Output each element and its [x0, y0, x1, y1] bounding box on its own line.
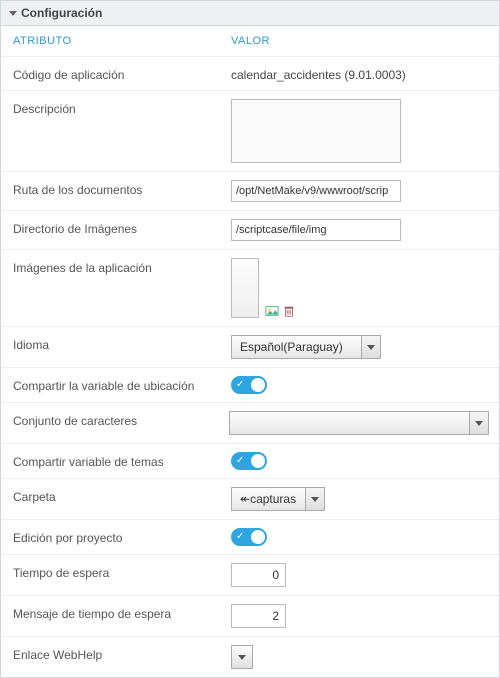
label-timeout: Tiempo de espera [13, 563, 231, 580]
row-app-images: Imágenes de la aplicación [1, 250, 499, 327]
row-app-code: Código de aplicación calendar_accidentes… [1, 57, 499, 91]
row-doc-path: Ruta de los documentos [1, 172, 499, 211]
label-app-images: Imágenes de la aplicación [13, 258, 231, 275]
row-charset: Conjunto de caracteres [1, 403, 499, 444]
row-img-dir: Directorio de Imágenes [1, 211, 499, 250]
img-dir-input[interactable] [231, 219, 401, 241]
row-timeout: Tiempo de espera [1, 555, 499, 596]
chevron-down-icon [470, 412, 488, 434]
collapse-icon [9, 11, 17, 16]
panel-header[interactable]: Configuración [1, 1, 499, 26]
timeout-msg-input[interactable] [231, 604, 286, 628]
chevron-down-icon [306, 488, 324, 510]
row-share-theme: Compartir variable de temas ✓ [1, 444, 499, 479]
image-picker-icon[interactable] [265, 304, 279, 318]
label-language: Idioma [13, 335, 231, 352]
label-proj-edit: Edición por proyecto [13, 528, 231, 545]
timeout-input[interactable] [231, 563, 286, 587]
language-select[interactable]: Español(Paraguay) [231, 335, 381, 359]
doc-path-input[interactable] [231, 180, 401, 202]
share-loc-toggle[interactable]: ✓ [231, 376, 267, 394]
charset-value [230, 412, 470, 434]
language-value: Español(Paraguay) [232, 336, 362, 358]
col-value: VALOR [231, 35, 489, 47]
proj-edit-toggle[interactable]: ✓ [231, 528, 267, 546]
label-img-dir: Directorio de Imágenes [13, 219, 231, 236]
label-share-theme: Compartir variable de temas [13, 452, 231, 469]
app-image-thumb[interactable] [231, 258, 259, 318]
share-theme-toggle[interactable]: ✓ [231, 452, 267, 470]
label-share-loc: Compartir la variable de ubicación [13, 376, 231, 393]
config-panel: Configuración ATRIBUTO VALOR Código de a… [0, 0, 500, 678]
folder-value: ↞ capturas [232, 488, 306, 510]
row-webhelp: Enlace WebHelp [1, 637, 499, 677]
label-charset: Conjunto de caracteres [13, 411, 229, 428]
description-textarea[interactable] [231, 99, 401, 163]
row-description: Descripción [1, 91, 499, 172]
row-folder: Carpeta ↞ capturas [1, 479, 499, 520]
label-description: Descripción [13, 99, 231, 116]
folder-select[interactable]: ↞ capturas [231, 487, 325, 511]
row-proj-edit: Edición por proyecto ✓ [1, 520, 499, 555]
panel-title: Configuración [21, 6, 102, 20]
label-webhelp: Enlace WebHelp [13, 645, 231, 662]
col-attribute: ATRIBUTO [13, 35, 231, 47]
value-app-code: calendar_accidentes (9.01.0003) [231, 65, 406, 82]
delete-icon[interactable] [282, 304, 296, 318]
charset-select[interactable] [229, 411, 489, 435]
chevron-down-icon [362, 336, 380, 358]
label-timeout-msg: Mensaje de tiempo de espera [13, 604, 231, 621]
row-language: Idioma Español(Paraguay) [1, 327, 499, 368]
row-share-loc: Compartir la variable de ubicación ✓ [1, 368, 499, 403]
label-app-code: Código de aplicación [13, 65, 231, 82]
label-folder: Carpeta [13, 487, 231, 504]
columns-header: ATRIBUTO VALOR [1, 26, 499, 57]
chevron-down-icon [232, 646, 252, 668]
webhelp-select[interactable] [231, 645, 253, 669]
row-timeout-msg: Mensaje de tiempo de espera [1, 596, 499, 637]
label-doc-path: Ruta de los documentos [13, 180, 231, 197]
